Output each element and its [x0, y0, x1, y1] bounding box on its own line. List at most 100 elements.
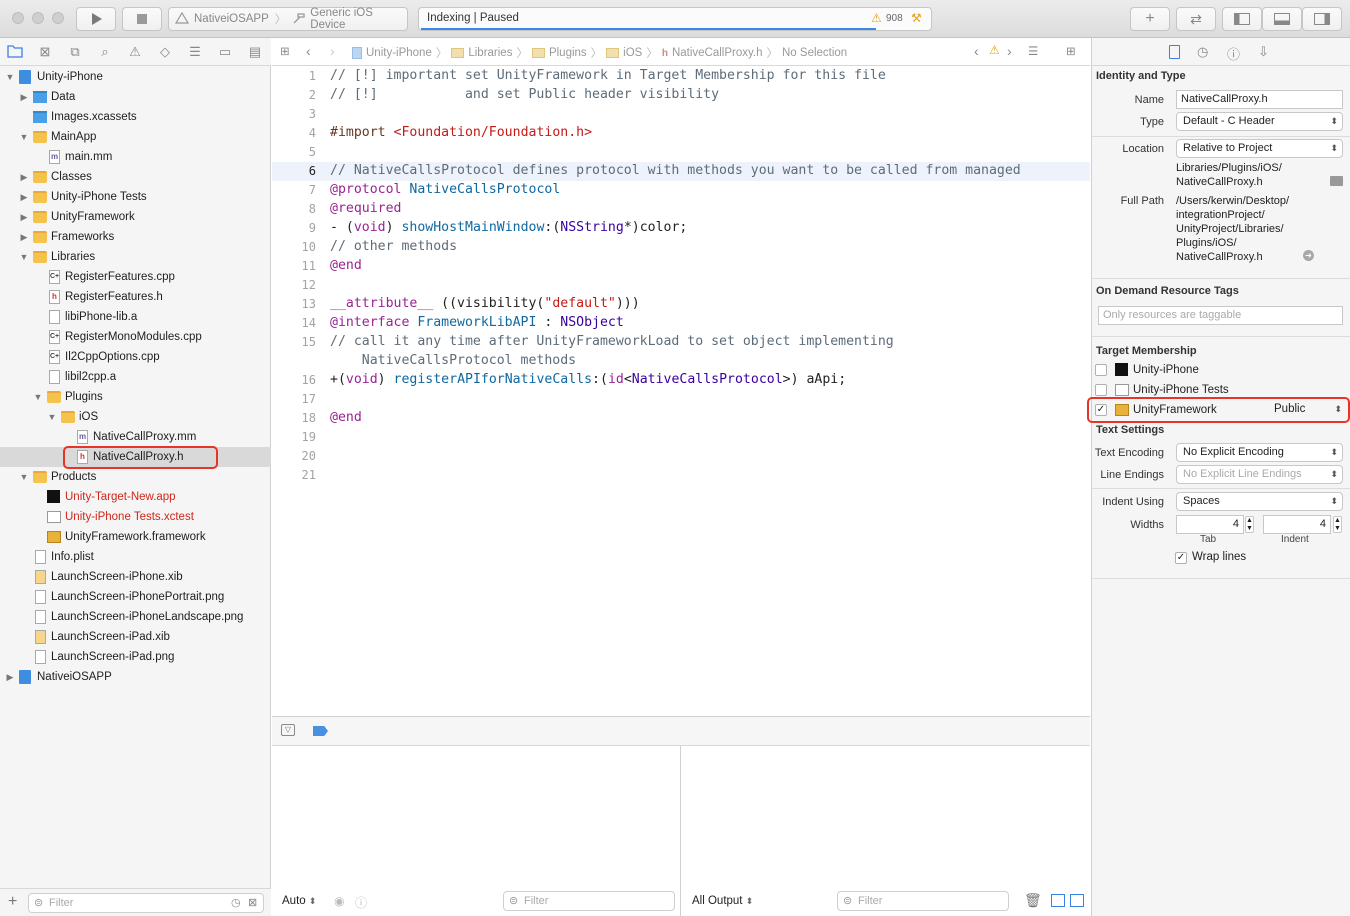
disclosure-open-icon[interactable]: ▼ — [33, 392, 43, 402]
add-file-button[interactable]: + — [8, 893, 17, 911]
file-inspector-icon[interactable] — [1169, 45, 1180, 59]
wrap-lines-checkbox[interactable]: ✓ — [1175, 552, 1187, 564]
report-navigator-icon[interactable]: ▤ — [247, 44, 263, 60]
toggle-navigator-button[interactable] — [1222, 7, 1262, 31]
disclosure-closed-icon[interactable]: ▶ — [5, 672, 15, 682]
encoding-popup[interactable]: No Explicit Encoding ⬍ — [1176, 443, 1343, 462]
scheme-selector[interactable]: NativeiOSAPP 〉 Generic iOS Device — [168, 7, 408, 31]
minimize-window-button[interactable] — [32, 12, 44, 24]
recent-files-icon[interactable]: ◷ — [231, 896, 241, 909]
previous-issue-button[interactable]: ‹ — [974, 43, 979, 59]
reveal-in-finder-icon[interactable]: ➜ — [1303, 250, 1314, 261]
back-button[interactable]: ‹ — [306, 43, 311, 59]
next-issue-button[interactable]: › — [1007, 43, 1012, 59]
toggle-inspector-button[interactable] — [1302, 7, 1342, 31]
stop-button[interactable] — [122, 7, 162, 31]
info-icon[interactable]: ⓘ — [355, 894, 367, 911]
tree-row-classes[interactable]: ▶ Classes — [0, 167, 271, 187]
tree-row-unity-iphone-tests[interactable]: ▶ Unity-iPhone Tests — [0, 187, 271, 207]
tree-row-libiphone-lib[interactable]: libiPhone-lib.a — [0, 307, 271, 327]
tree-row-data[interactable]: ▶ Data — [0, 87, 271, 107]
zoom-window-button[interactable] — [52, 12, 64, 24]
library-button[interactable]: + — [1130, 7, 1170, 31]
quick-look-icon[interactable]: ◉ — [334, 894, 344, 908]
code-lines-icon[interactable]: ☰ — [1028, 44, 1038, 58]
tree-row-launchscreen-portrait-png[interactable]: LaunchScreen-iPhonePortrait.png — [0, 587, 271, 607]
disclosure-open-icon[interactable]: ▼ — [19, 252, 29, 262]
breadcrumb-item[interactable]: Unity-iPhone — [366, 47, 432, 59]
debug-navigator-icon[interactable]: ☰ — [187, 44, 203, 60]
tab-width-stepper[interactable]: ▲ ▼ — [1245, 516, 1254, 533]
toggle-debug-button[interactable] — [1262, 7, 1302, 31]
disclosure-closed-icon[interactable]: ▶ — [19, 232, 29, 242]
tree-row-libraries[interactable]: ▼ Libraries — [0, 247, 271, 267]
close-window-button[interactable] — [12, 12, 24, 24]
name-field[interactable]: NativeCallProxy.h — [1176, 90, 1343, 109]
hide-debug-area-icon[interactable]: ▽ — [281, 724, 295, 736]
indent-using-popup[interactable]: Spaces ⬍ — [1176, 492, 1343, 511]
tree-row-main-mm[interactable]: m main.mm — [0, 147, 271, 167]
show-console-icon[interactable] — [1070, 894, 1084, 907]
tree-row-unityframework[interactable]: ▶ UnityFramework — [0, 207, 271, 227]
source-control-filter-icon[interactable]: ⊠ — [248, 896, 257, 909]
disclosure-closed-icon[interactable]: ▶ — [19, 92, 29, 102]
disclosure-closed-icon[interactable]: ▶ — [19, 172, 29, 182]
target-checkbox[interactable] — [1095, 384, 1107, 396]
breakpoint-navigator-icon[interactable]: ▭ — [217, 44, 233, 60]
test-navigator-icon[interactable]: ◇ — [157, 44, 173, 60]
disclosure-closed-icon[interactable]: ▶ — [19, 212, 29, 222]
console-filter-input[interactable]: ⊜ Filter — [837, 891, 1009, 911]
target-checkbox[interactable] — [1095, 364, 1107, 376]
search-icon[interactable]: ⌕ — [97, 44, 113, 60]
tree-row-launchscreen-iphone-xib[interactable]: LaunchScreen-iPhone.xib — [0, 567, 271, 587]
tree-row-launchscreen-ipad-png[interactable]: LaunchScreen-iPad.png — [0, 647, 271, 667]
tree-row-unityframework-framework[interactable]: UnityFramework.framework — [0, 527, 271, 547]
localization-icon[interactable]: ⇩ — [1258, 44, 1269, 60]
disclosure-closed-icon[interactable]: ▶ — [19, 192, 29, 202]
tree-row-unity-iphone[interactable]: ▼ Unity-iPhone — [0, 67, 271, 87]
disclosure-open-icon[interactable]: ▼ — [5, 72, 15, 82]
tree-row-plugins[interactable]: ▼ Plugins — [0, 387, 271, 407]
line-endings-popup[interactable]: No Explicit Line Endings ⬍ — [1176, 465, 1343, 484]
tree-row-info-plist[interactable]: Info.plist — [0, 547, 271, 567]
indent-width-field[interactable]: 4 — [1263, 515, 1331, 534]
symbol-navigator-icon[interactable]: ⧉ — [67, 44, 83, 60]
source-editor[interactable]: 1 2 3 4 5 6 7 8 9 10 11 12 13 14 15 16 1… — [272, 66, 1090, 716]
issue-navigator-icon[interactable]: ⚠ — [127, 44, 143, 60]
breadcrumb-item[interactable]: iOS — [623, 47, 642, 59]
navigator-filter-input[interactable]: ⊜ Filter ◷ ⊠ — [28, 893, 264, 913]
location-popup[interactable]: Relative to Project ⬍ — [1176, 139, 1343, 158]
tree-row-launchscreen-ipad-xib[interactable]: LaunchScreen-iPad.xib — [0, 627, 271, 647]
forward-button[interactable]: › — [330, 43, 335, 59]
output-filter-popup[interactable]: All Output ⬍ — [692, 895, 753, 907]
tree-row-nativeiosapp[interactable]: ▶ NativeiOSAPP — [0, 667, 271, 687]
disclosure-open-icon[interactable]: ▼ — [19, 472, 29, 482]
tree-row-il2cppoptions[interactable]: C+ Il2CppOptions.cpp — [0, 347, 271, 367]
tree-row-registerfeatures-cpp[interactable]: C+ RegisterFeatures.cpp — [0, 267, 271, 287]
add-editor-icon[interactable]: ⊞ — [1066, 44, 1076, 58]
disclosure-open-icon[interactable]: ▼ — [47, 412, 57, 422]
tree-row-products[interactable]: ▼ Products — [0, 467, 271, 487]
tree-row-frameworks[interactable]: ▶ Frameworks — [0, 227, 271, 247]
history-inspector-icon[interactable]: ◷ — [1197, 44, 1208, 60]
trash-icon[interactable]: 🗑 — [1024, 892, 1042, 909]
tree-row-launchscreen-landscape-png[interactable]: LaunchScreen-iPhoneLandscape.png — [0, 607, 271, 627]
tree-row-libil2cpp[interactable]: libil2cpp.a — [0, 367, 271, 387]
choose-folder-icon[interactable] — [1330, 176, 1343, 186]
breadcrumb-item[interactable]: Plugins — [549, 47, 587, 59]
tree-row-images-xcassets[interactable]: Images.xcassets — [0, 107, 271, 127]
tree-row-unity-target-new-app[interactable]: Unity-Target-New.app — [0, 487, 271, 507]
tree-row-nativecallproxy-mm[interactable]: m NativeCallProxy.mm — [0, 427, 271, 447]
warning-count[interactable]: 908 — [886, 13, 903, 24]
breakpoints-toggle-icon[interactable] — [313, 726, 328, 736]
project-navigator-icon[interactable] — [7, 44, 23, 60]
tree-row-registerfeatures-h[interactable]: h RegisterFeatures.h — [0, 287, 271, 307]
disclosure-open-icon[interactable]: ▼ — [19, 132, 29, 142]
show-variables-icon[interactable] — [1051, 894, 1065, 907]
tree-row-ios[interactable]: ▼ iOS — [0, 407, 271, 427]
breadcrumb-item[interactable]: Libraries — [468, 47, 512, 59]
indent-width-stepper[interactable]: ▲ ▼ — [1333, 516, 1342, 533]
breadcrumb-item[interactable]: NativeCallProxy.h — [672, 47, 763, 59]
resource-tags-field[interactable]: Only resources are taggable — [1098, 306, 1343, 325]
tree-row-registermonomodules[interactable]: C+ RegisterMonoModules.cpp — [0, 327, 271, 347]
